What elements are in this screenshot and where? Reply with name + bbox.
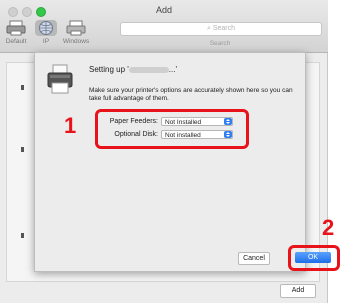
toolbar-default[interactable]: Default bbox=[2, 20, 30, 50]
printer-icon bbox=[47, 63, 73, 95]
search-input[interactable]: ⌕ Search bbox=[120, 22, 322, 36]
background-marker bbox=[21, 233, 24, 238]
toolbar-windows[interactable]: Windows bbox=[62, 20, 90, 50]
toolbar-windows-label: Windows bbox=[62, 38, 90, 45]
add-printer-window: Add Default IP Windows ⌕ Search Search S… bbox=[0, 0, 340, 303]
add-button[interactable]: Add bbox=[280, 284, 316, 298]
toolbar-default-label: Default bbox=[5, 38, 27, 45]
window-title: Add bbox=[155, 5, 172, 15]
sheet-heading: Setting up ' ...' bbox=[89, 65, 177, 74]
background-marker bbox=[21, 85, 24, 90]
ip-globe-icon bbox=[35, 20, 57, 36]
highlight-box-options bbox=[95, 109, 249, 149]
sheet-description: Make sure your printer's options are acc… bbox=[89, 87, 293, 102]
highlight-box-ok bbox=[288, 245, 340, 271]
cancel-button[interactable]: Cancel bbox=[238, 252, 270, 265]
redacted-printer-name bbox=[128, 66, 169, 73]
default-printer-icon bbox=[5, 20, 27, 36]
search-label: Search bbox=[209, 40, 231, 47]
setup-sheet: Setting up ' ...' Make sure your printer'… bbox=[34, 52, 340, 272]
background-marker bbox=[21, 147, 24, 152]
toolbar-ip[interactable]: IP bbox=[32, 20, 60, 50]
step-number-1: 1 bbox=[64, 113, 77, 138]
titlebar: Add Default IP Windows ⌕ Search Search bbox=[0, 0, 328, 53]
windows-printer-icon bbox=[65, 20, 87, 36]
toolbar-ip-label: IP bbox=[42, 38, 50, 45]
step-number-2: 2 bbox=[322, 215, 335, 240]
